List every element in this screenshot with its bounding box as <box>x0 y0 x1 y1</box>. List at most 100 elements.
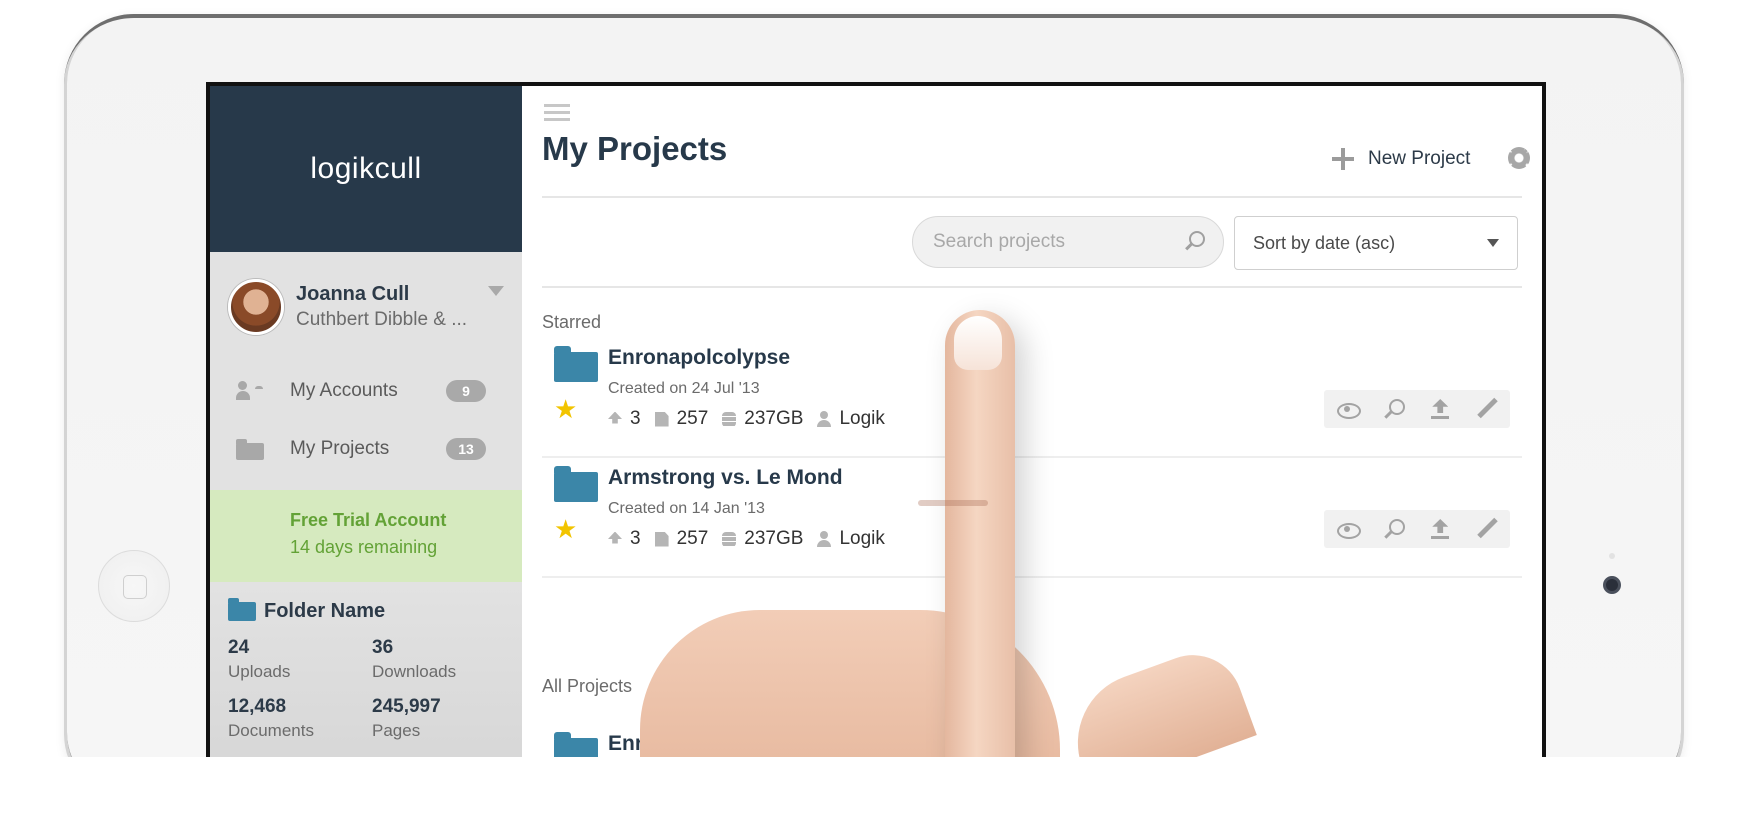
sidebar-item-my-accounts[interactable]: My Accounts 9 <box>210 362 522 420</box>
uploads-count: 3 <box>630 528 641 549</box>
stat-uploads: 24 Uploads <box>228 637 372 682</box>
edit-pencil-icon[interactable] <box>1476 518 1498 540</box>
avatar <box>228 279 284 335</box>
stat-label: Uploads <box>228 662 291 681</box>
folder-summary: Folder Name 24 Uploads 36 Downloads 12,4… <box>210 582 522 757</box>
stat-value: 12,468 <box>228 696 287 717</box>
accounts-icon <box>236 381 264 401</box>
search-project-icon[interactable] <box>1383 398 1405 420</box>
sort-dropdown[interactable]: Sort by date (asc) <box>1234 216 1518 270</box>
stat-label: Downloads <box>372 662 457 681</box>
project-row[interactable]: ★ Armstrong vs. Le Mond Created on 14 Ja… <box>542 446 1522 578</box>
user-icon <box>817 531 832 547</box>
plus-icon <box>1332 148 1354 170</box>
project-meta: 3 257 237GB Logik <box>608 408 885 430</box>
project-name[interactable]: Armstrong vs. Le Mond <box>608 466 843 490</box>
main-content: My Projects New Project Sort by date (as… <box>522 86 1542 757</box>
user-menu-caret-icon[interactable] <box>488 286 504 296</box>
project-created-date: Created on 24 Jul '13 <box>608 380 760 397</box>
meta-uploads: 3 <box>608 408 641 430</box>
stat-value: 36 <box>372 637 394 658</box>
project-actions <box>1324 390 1510 428</box>
tablet-screen: logikcull Joanna Cull Cuthbert Dibble & … <box>206 82 1546 757</box>
menu-icon[interactable] <box>544 104 570 122</box>
caret-down-icon <box>1487 239 1499 247</box>
project-created-date: Created on 14 Jan '13 <box>608 500 765 517</box>
trial-banner[interactable]: Free Trial Account 14 days remaining <box>210 490 522 582</box>
upload-icon[interactable] <box>1429 518 1451 540</box>
stat-value: 24 <box>228 637 250 658</box>
documents-count: 257 <box>676 408 709 429</box>
uploads-count: 3 <box>630 408 641 429</box>
count-badge: 9 <box>446 380 486 402</box>
folder-stats: 24 Uploads 36 Downloads 12,468 Documents… <box>228 637 522 741</box>
database-icon <box>722 531 737 547</box>
user-profile[interactable]: Joanna Cull Cuthbert Dibble & ... <box>210 252 522 362</box>
brand-logo[interactable]: logikcull <box>210 86 522 252</box>
trial-title: Free Trial Account <box>290 510 447 530</box>
meta-uploads: 3 <box>608 528 641 550</box>
upload-icon[interactable] <box>1429 398 1451 420</box>
search-project-icon[interactable] <box>1383 518 1405 540</box>
sort-selected-value: Sort by date (asc) <box>1253 232 1396 253</box>
meta-size: 237GB <box>722 408 803 430</box>
meta-size: 237GB <box>722 528 803 550</box>
folder-name: Folder Name <box>264 600 386 622</box>
sidebar-item-label: My Accounts <box>290 380 398 401</box>
stat-downloads: 36 Downloads <box>372 637 522 682</box>
project-row[interactable]: ★ Enronapolcolypse Created on 24 Jul '13… <box>542 326 1522 458</box>
count-badge: 13 <box>446 438 486 460</box>
gear-icon[interactable] <box>1508 147 1530 169</box>
database-icon <box>722 411 737 427</box>
meta-owner: Logik <box>817 528 885 550</box>
new-project-button[interactable]: New Project <box>1332 148 1470 170</box>
owner-name: Logik <box>839 408 885 429</box>
sidebar-item-my-projects[interactable]: My Projects 13 <box>210 420 522 478</box>
folder-icon <box>554 346 598 382</box>
meta-owner: Logik <box>817 408 885 430</box>
divider <box>542 196 1522 198</box>
star-icon[interactable]: ★ <box>554 516 577 542</box>
sidebar-item-label: My Projects <box>290 438 390 459</box>
bottom-fade <box>0 757 1750 817</box>
search-input[interactable] <box>931 230 1171 254</box>
stat-label: Documents <box>228 721 314 740</box>
camera-icon <box>1603 576 1621 594</box>
trial-days-remaining: 14 days remaining <box>290 537 438 557</box>
project-name[interactable]: Enronapolcolypse <box>608 346 790 370</box>
edit-pencil-icon[interactable] <box>1476 398 1498 420</box>
meta-documents: 257 <box>654 408 709 430</box>
stat-pages: 245,997 Pages <box>372 696 522 741</box>
divider <box>542 286 1522 288</box>
document-icon <box>654 411 669 427</box>
user-icon <box>817 411 832 427</box>
home-button[interactable] <box>98 550 170 622</box>
view-eye-icon[interactable] <box>1336 518 1362 540</box>
search-icon[interactable] <box>1183 231 1205 253</box>
stat-value: 245,997 <box>372 696 441 717</box>
light-sensor <box>1609 553 1615 559</box>
view-eye-icon[interactable] <box>1336 398 1362 420</box>
user-organization: Cuthbert Dibble & ... <box>296 309 468 330</box>
storage-size: 237GB <box>744 408 804 429</box>
search-box[interactable] <box>912 216 1224 268</box>
upload-icon <box>608 531 622 544</box>
page-title: My Projects <box>542 130 728 167</box>
star-icon[interactable]: ★ <box>554 396 577 422</box>
folder-title: Folder Name <box>228 598 522 623</box>
folder-icon <box>236 438 264 460</box>
folder-icon <box>554 466 598 502</box>
meta-documents: 257 <box>654 528 709 550</box>
project-name[interactable]: Enr <box>608 732 643 756</box>
stat-documents: 12,468 Documents <box>228 696 372 741</box>
sidebar: logikcull Joanna Cull Cuthbert Dibble & … <box>210 86 522 757</box>
storage-size: 237GB <box>744 528 804 549</box>
project-actions <box>1324 510 1510 548</box>
folder-icon <box>554 732 598 757</box>
documents-count: 257 <box>676 528 709 549</box>
upload-icon <box>608 411 622 424</box>
user-name: Joanna Cull <box>296 283 410 305</box>
owner-name: Logik <box>839 528 885 549</box>
new-project-label: New Project <box>1368 148 1471 169</box>
section-title-all-projects: All Projects <box>542 676 633 696</box>
